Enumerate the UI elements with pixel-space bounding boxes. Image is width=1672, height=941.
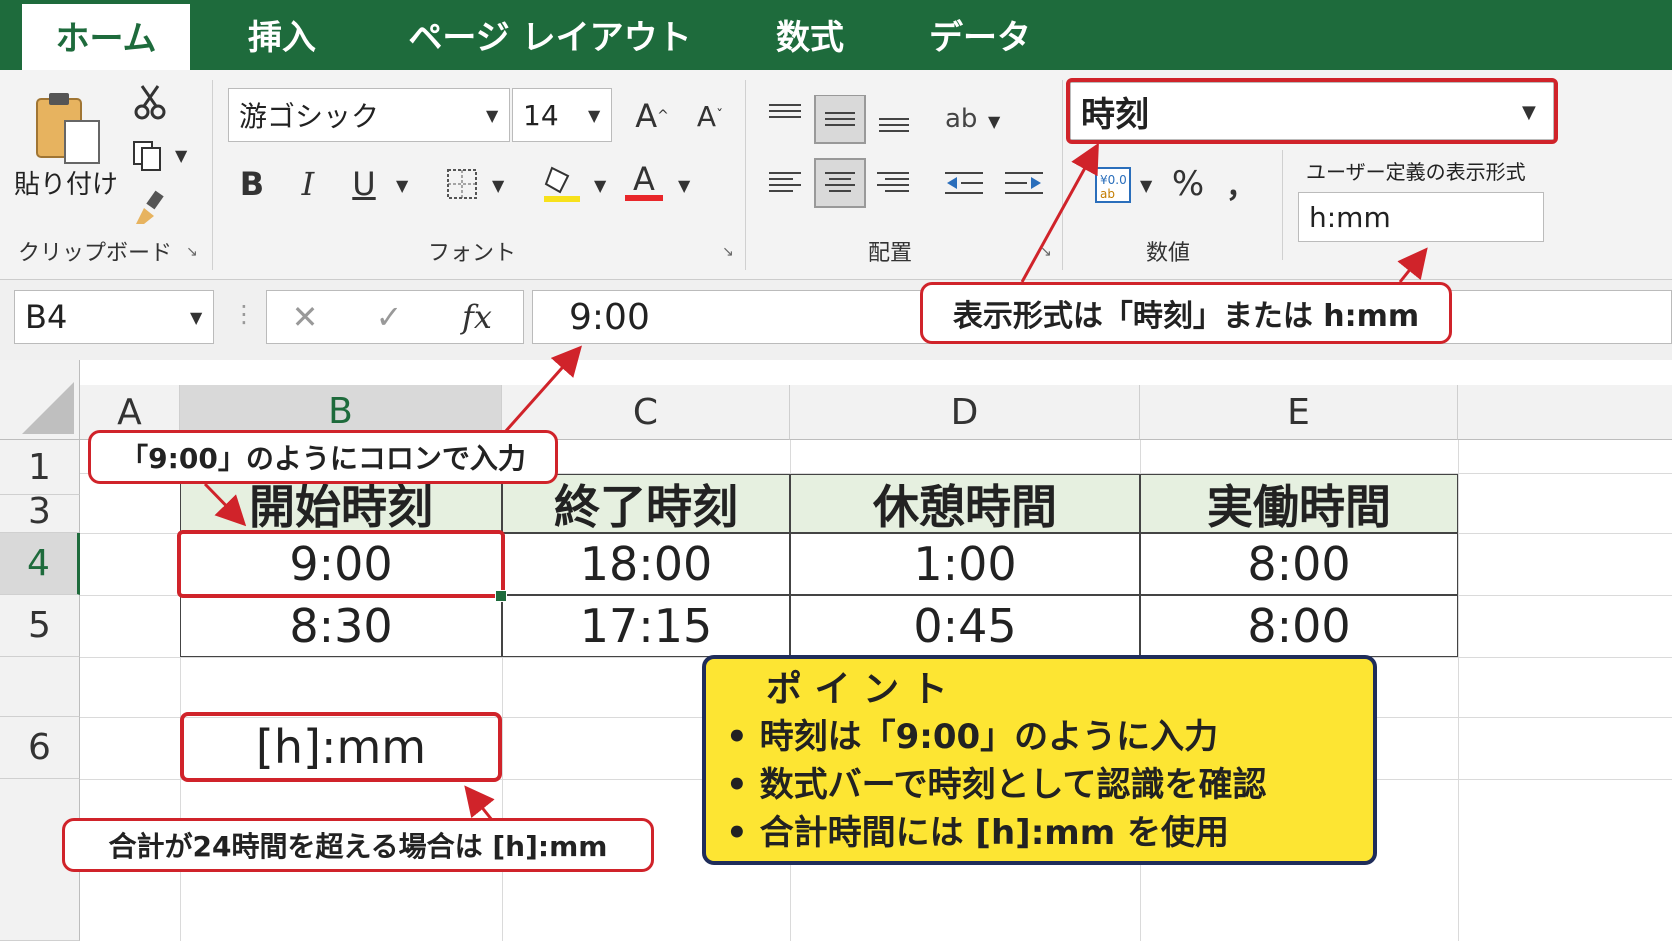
- point-box: ポ イ ン ト • 時刻は「9:00」のように入力 • 数式バーで時刻として認識…: [702, 655, 1377, 865]
- callout-colon: 「9:00」のようにコロンで入力: [88, 430, 558, 484]
- point-item: • 数式バーで時刻として認識を確認: [726, 765, 1267, 805]
- callout-format: 表示形式は「時刻」または h:mm: [920, 282, 1452, 344]
- callout-over24: 合計が24時間を超える場合は [h]:mm: [62, 818, 654, 872]
- point-title: ポ イ ン ト: [766, 669, 948, 710]
- point-item: • 時刻は「9:00」のように入力: [726, 717, 1219, 757]
- point-item: • 合計時間には [h]:mm を使用: [726, 813, 1229, 853]
